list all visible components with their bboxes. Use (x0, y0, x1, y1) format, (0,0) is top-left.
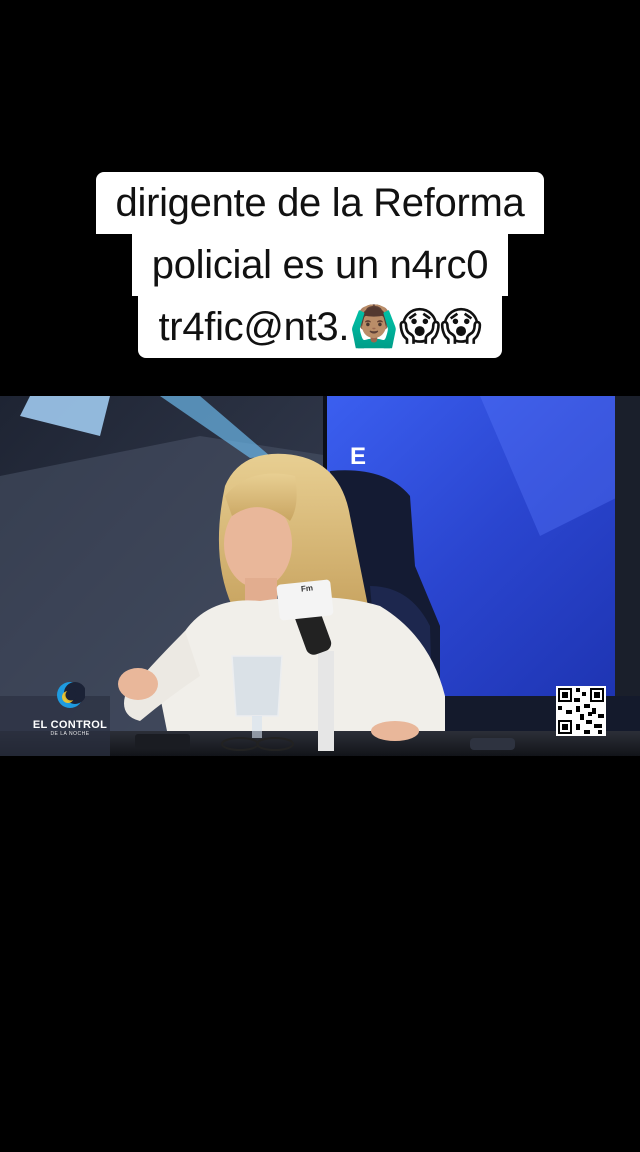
caption-line-2: policial es un n4rc0 (131, 234, 509, 296)
person-hand (118, 668, 158, 700)
show-watermark: EL CONTROL DE LA NOCHE (30, 680, 110, 738)
studio-set-letter: E (350, 443, 367, 470)
caption-line-1: dirigente de la Reforma (95, 172, 545, 234)
brand-subtitle: DE LA NOCHE (50, 731, 90, 737)
wall-edge (615, 396, 640, 696)
qr-code-icon (556, 686, 606, 736)
glass-stem (252, 716, 262, 738)
desk-device (470, 738, 515, 750)
water-glass (231, 655, 283, 717)
crescent-logo-icon (57, 682, 86, 708)
phone (135, 734, 190, 748)
mic-stand (318, 651, 334, 751)
qr-code (556, 686, 606, 736)
person-right-hand (371, 721, 419, 741)
video-caption: dirigente de la Reforma policial es un n… (0, 172, 640, 358)
tiktok-video-screen[interactable]: dirigente de la Reforma policial es un n… (0, 0, 640, 1152)
caption-line-3: tr4fic@nt3.🙆🏽‍♂️😱😱 (138, 296, 502, 358)
brand-name: EL CONTROL (32, 719, 108, 731)
